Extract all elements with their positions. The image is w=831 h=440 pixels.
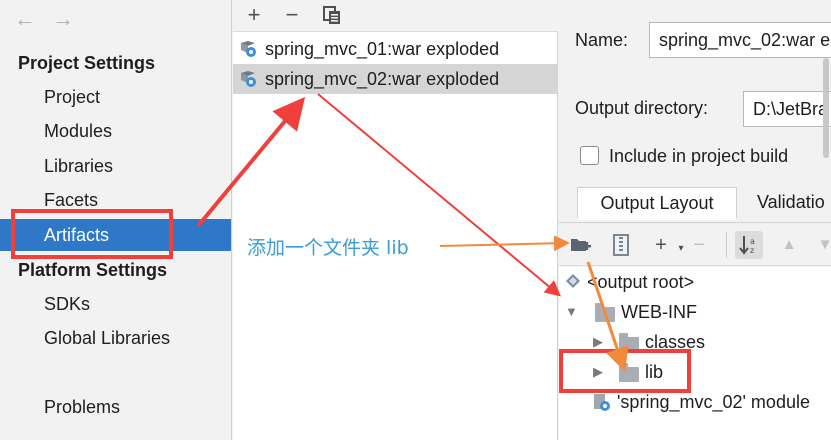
lib-highlight-box bbox=[559, 349, 691, 393]
artifact-label: spring_mvc_02:war exploded bbox=[265, 69, 500, 89]
tree-item-label: <output root> bbox=[587, 272, 695, 292]
remove-artifact-button[interactable]: − bbox=[279, 2, 305, 28]
archive-icon bbox=[613, 234, 629, 256]
artifacts-toolbar: + − bbox=[233, 0, 558, 32]
folder-icon bbox=[595, 303, 615, 322]
web-artifact-icon bbox=[241, 41, 256, 57]
name-label: Name: bbox=[575, 30, 629, 50]
tab-output-layout[interactable]: Output Layout bbox=[577, 187, 737, 220]
remove-element-button[interactable]: − bbox=[685, 231, 713, 259]
platform-settings-title: Platform Settings bbox=[18, 260, 168, 280]
include-in-build-label: Include in project build bbox=[609, 146, 789, 166]
annotation-text: 添加一个文件夹 lib bbox=[247, 237, 409, 259]
forward-arrow-icon[interactable]: → bbox=[52, 6, 74, 32]
create-directory-button[interactable] bbox=[567, 231, 595, 259]
output-directory-field[interactable]: D:\JetBra bbox=[743, 91, 831, 127]
back-arrow-icon[interactable]: ← bbox=[14, 6, 36, 32]
svg-text:a: a bbox=[750, 237, 755, 246]
web-artifact-icon bbox=[241, 71, 256, 87]
name-field[interactable]: spring_mvc_02:war e bbox=[649, 22, 831, 58]
add-artifact-button[interactable]: + bbox=[241, 2, 267, 28]
move-up-button[interactable]: ▲ bbox=[775, 231, 803, 259]
sidebar-item-project[interactable]: Project bbox=[0, 81, 231, 113]
output-layout-toolbar: + ▾ − a z ▲ ▼ bbox=[559, 222, 831, 266]
archive-button[interactable] bbox=[607, 231, 635, 259]
sidebar-item-problems[interactable]: Problems bbox=[0, 391, 231, 423]
project-settings-title: Project Settings bbox=[18, 53, 156, 73]
artifacts-list-pane: + − spring_mvc_01:war exploded spring_mv… bbox=[233, 0, 558, 440]
move-down-button[interactable]: ▼ bbox=[811, 231, 831, 259]
copy-icon bbox=[323, 6, 340, 24]
module-output-icon bbox=[594, 394, 610, 411]
sidebar-item-global-libraries[interactable]: Global Libraries bbox=[0, 322, 231, 354]
toolbar-divider bbox=[726, 232, 727, 258]
sort-elements-button[interactable]: a z bbox=[735, 231, 763, 259]
svg-text:z: z bbox=[750, 246, 754, 255]
sidebar-item-modules[interactable]: Modules bbox=[0, 115, 231, 147]
artifact-item-selected[interactable]: spring_mvc_02:war exploded bbox=[233, 64, 558, 94]
expanded-arrow-icon[interactable]: ▼ bbox=[565, 297, 578, 327]
include-in-build-checkbox[interactable] bbox=[580, 146, 599, 165]
vertical-scrollbar[interactable] bbox=[823, 58, 829, 158]
output-directory-label: Output directory: bbox=[575, 98, 709, 118]
new-folder-icon bbox=[571, 239, 591, 251]
tab-validation[interactable]: Validatio bbox=[743, 187, 831, 220]
artifact-item[interactable]: spring_mvc_01:war exploded bbox=[233, 34, 558, 64]
output-root-icon bbox=[566, 274, 580, 288]
tree-item-label: WEB-INF bbox=[621, 302, 697, 322]
sidebar-item-sdks[interactable]: SDKs bbox=[0, 288, 231, 320]
sidebar-item-libraries[interactable]: Libraries bbox=[0, 150, 231, 182]
artifacts-highlight-box bbox=[11, 209, 173, 259]
sort-alpha-icon: a z bbox=[739, 236, 755, 255]
copy-artifact-button[interactable] bbox=[319, 2, 345, 28]
artifact-label: spring_mvc_01:war exploded bbox=[265, 39, 500, 59]
